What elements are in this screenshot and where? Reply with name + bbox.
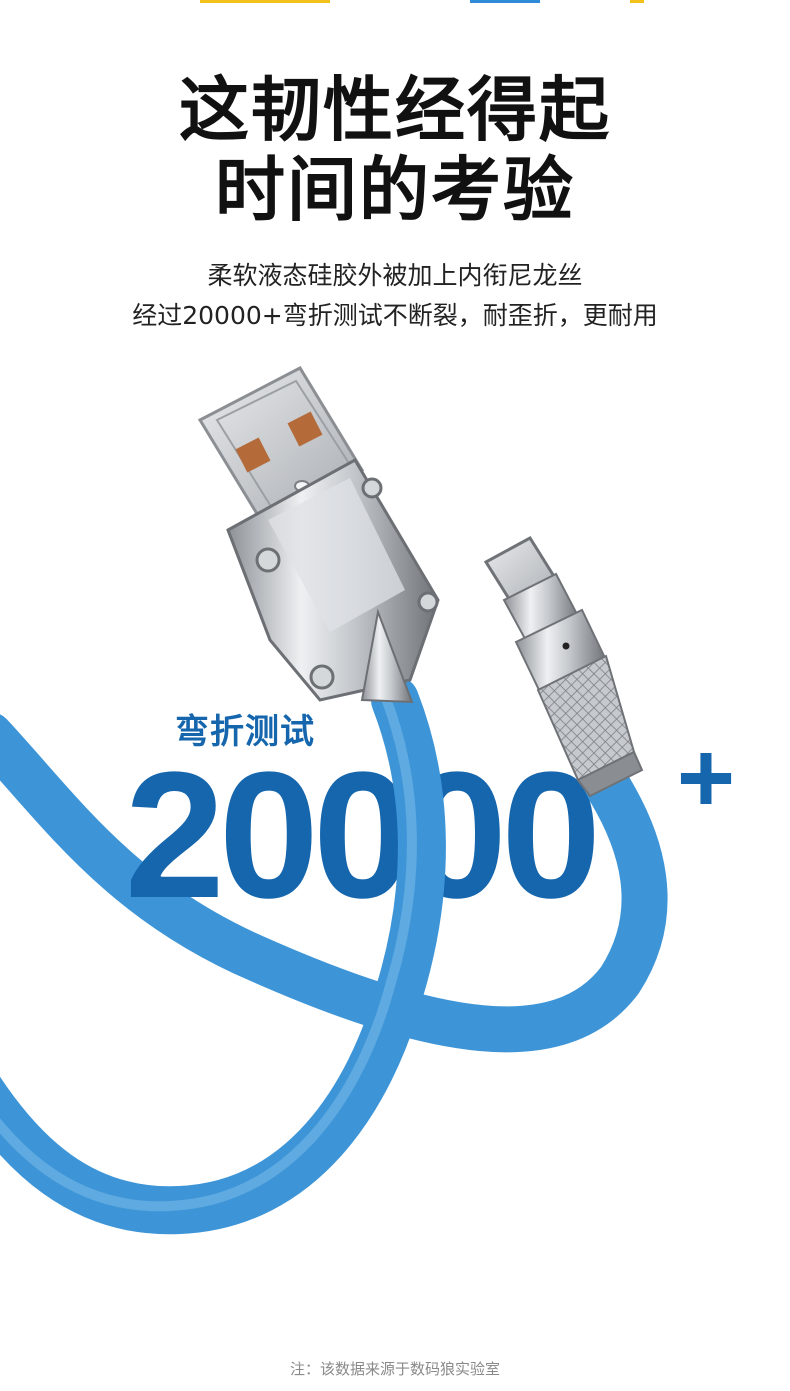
subtitle-line-1: 柔软液态硅胶外被加上内衔尼龙丝 <box>207 261 583 290</box>
subtitle-line-2: 经过20000+弯折测试不断裂，耐歪折，更耐用 <box>132 301 658 330</box>
feature-description: 柔软液态硅胶外被加上内衔尼龙丝 经过20000+弯折测试不断裂，耐歪折，更耐用 <box>0 256 790 336</box>
headline-line-1: 这韧性经得起 <box>179 69 611 151</box>
data-source-footnote: 注：该数据来源于数码狼实验室 <box>289 1360 500 1378</box>
top-strip-yellow-small <box>630 0 644 3</box>
headline-line-2: 时间的考验 <box>215 149 575 231</box>
top-accent-strip <box>0 0 790 3</box>
bend-count-number: 20000 <box>125 735 596 936</box>
usb-a-connector-icon <box>197 366 440 704</box>
bend-count-plus: + <box>677 722 735 834</box>
top-strip-yellow <box>200 0 330 3</box>
page-headline: 这韧性经得起 时间的考验 <box>0 70 790 230</box>
top-strip-blue <box>470 0 540 3</box>
cable-product-illustration: 20000 + <box>0 366 735 1235</box>
bend-test-label: 弯折测试 <box>175 712 315 752</box>
